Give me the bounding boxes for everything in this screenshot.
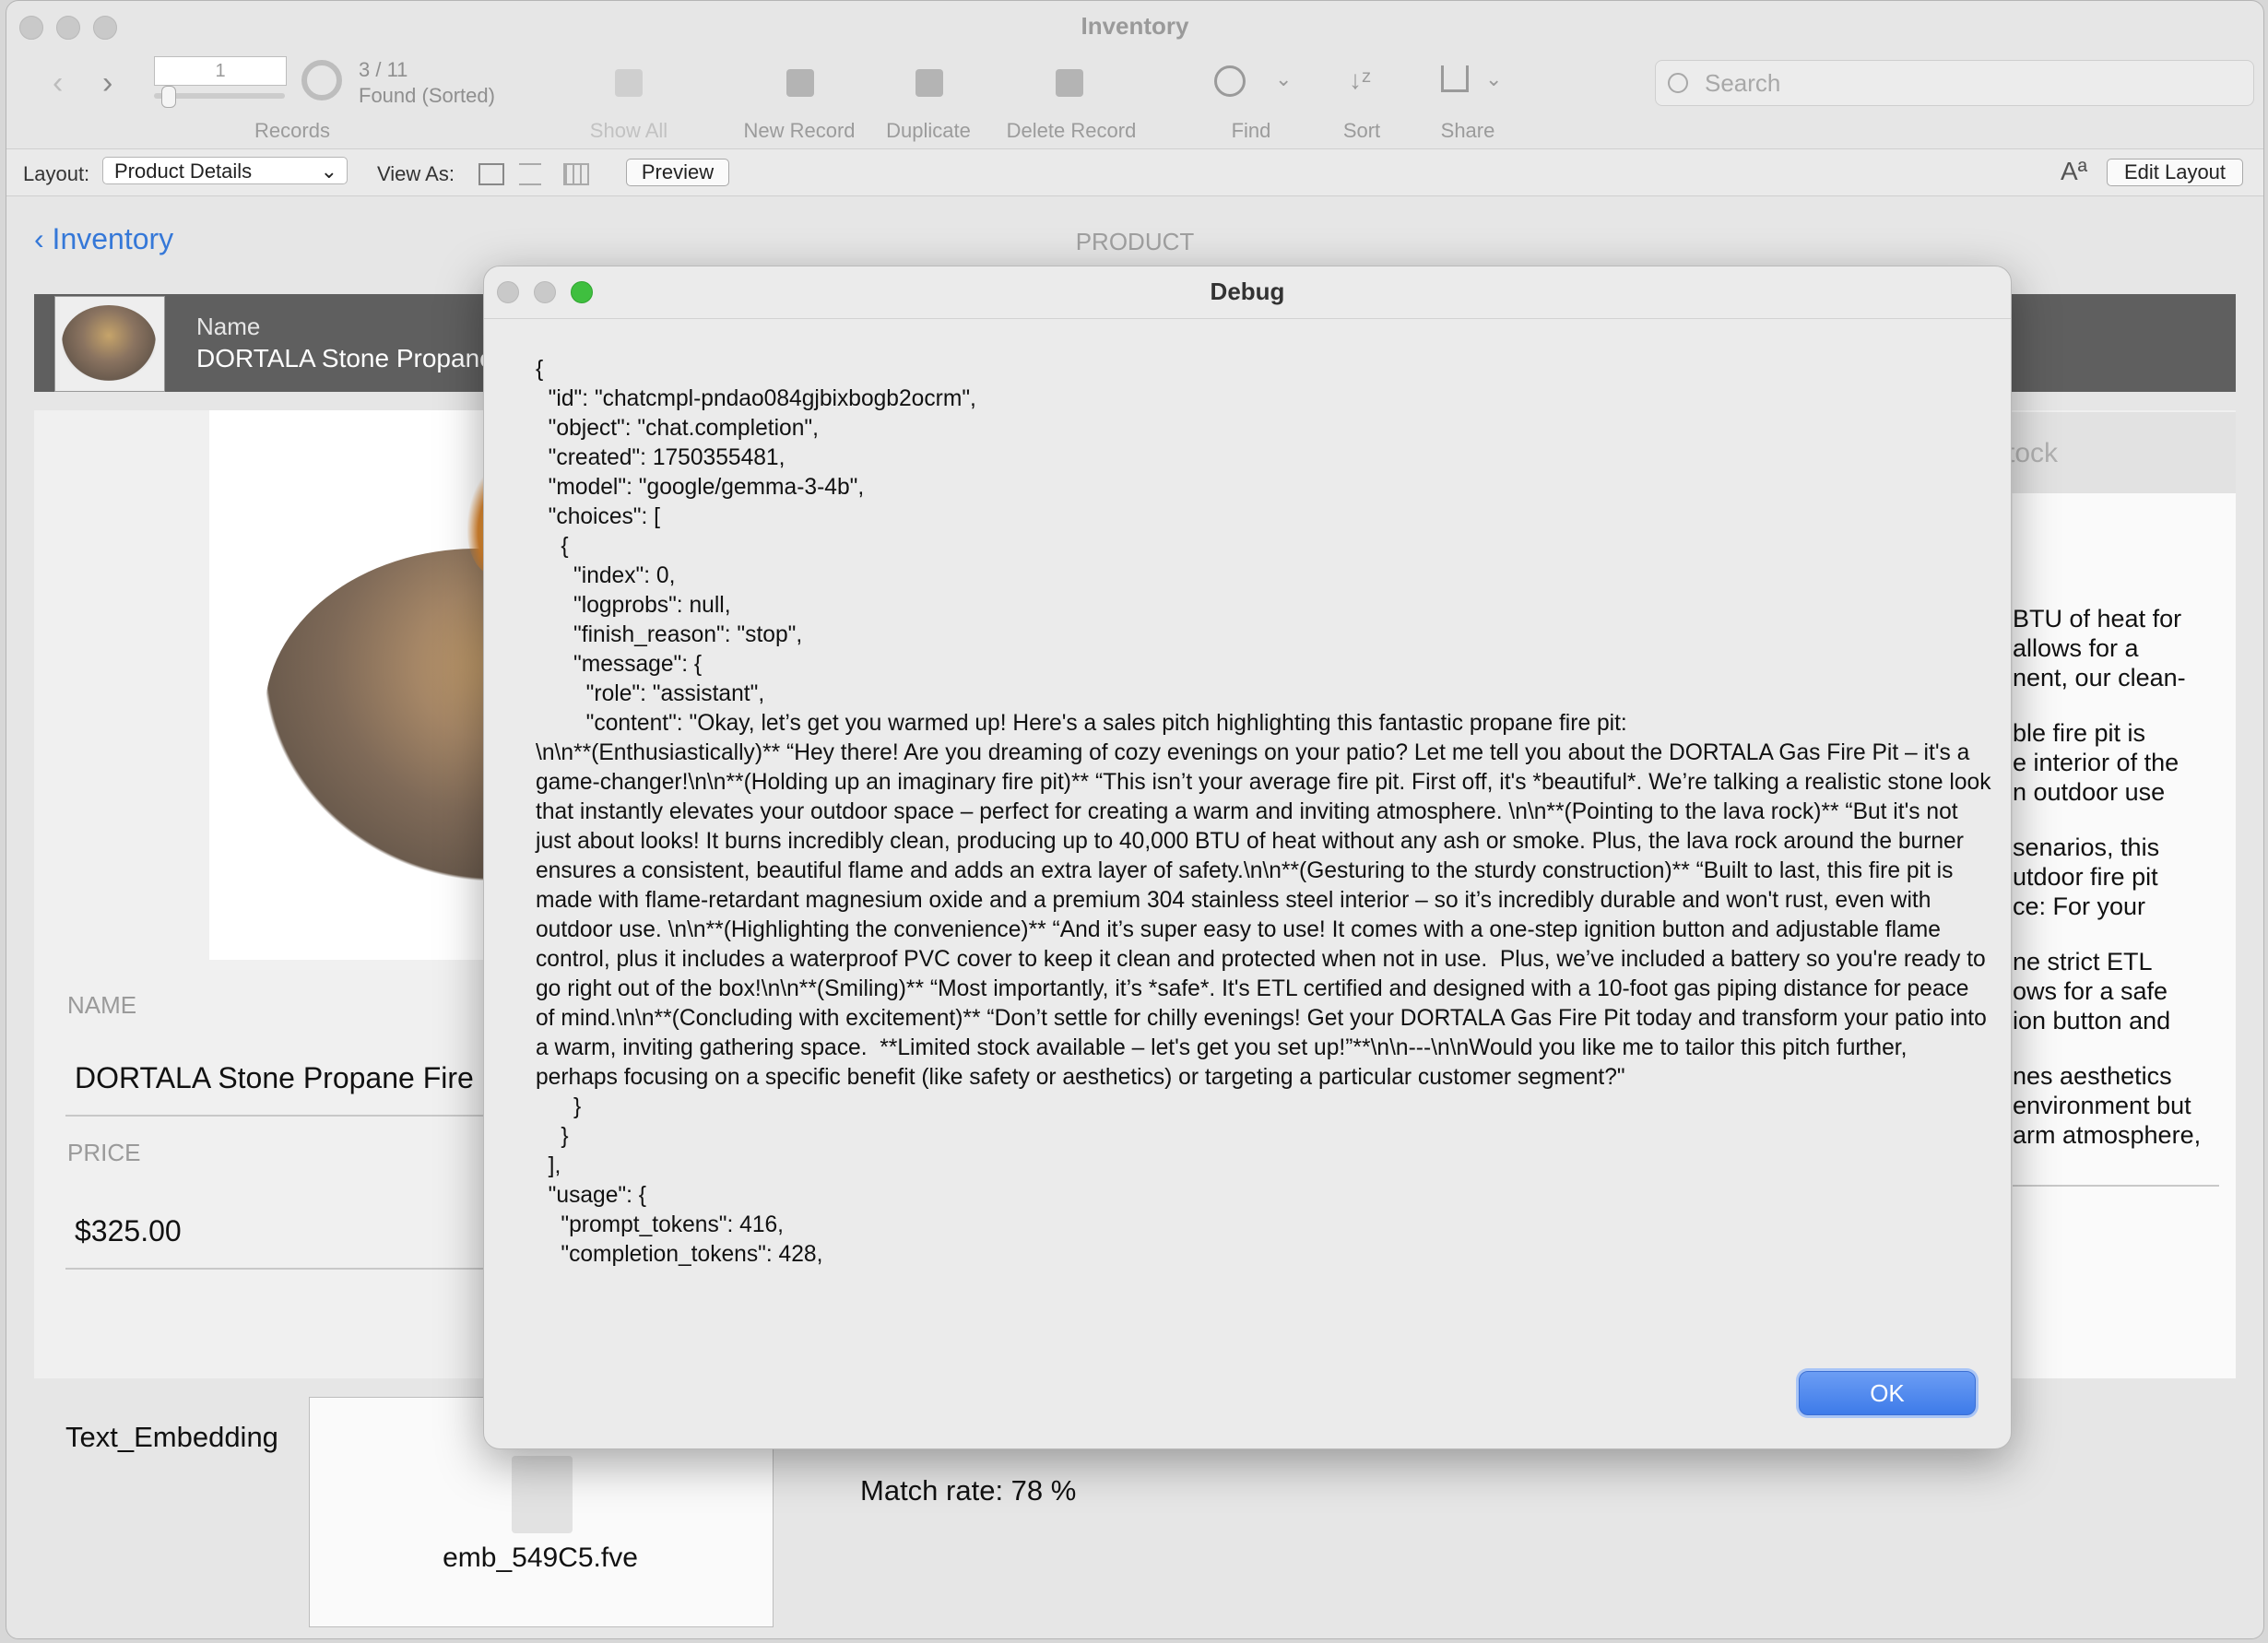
description-text: BTU of heat for allows for a nent, our c… (2013, 604, 2234, 1176)
name-field-label: NAME (67, 991, 137, 1019)
duplicate-button[interactable]: Duplicate (864, 119, 993, 143)
chevron-down-icon: ⌄ (320, 160, 337, 183)
form-view-icon[interactable] (478, 163, 504, 185)
description-line: senarios, this (2013, 833, 2160, 861)
embedding-file-name: emb_549C5.fve (443, 1543, 638, 1573)
sort-button[interactable]: Sort (1325, 119, 1399, 143)
preview-button[interactable]: Preview (626, 159, 729, 186)
description-line: environment but (2013, 1092, 2191, 1119)
match-rate: Match rate: 78 % (860, 1474, 1077, 1507)
debug-json-text: { "id": "chatcmpl-pndao084gjbixbogb2ocrm… (536, 357, 1991, 1267)
share-button[interactable]: Share (1426, 119, 1509, 143)
search-placeholder: Search (1705, 69, 1781, 97)
fire-pit-image (265, 549, 514, 881)
thumbnail-image (62, 305, 156, 381)
chevron-down-icon[interactable]: ⌄ (1485, 67, 1502, 91)
found-count: 3 / 11 (359, 58, 408, 81)
description-line: nes aesthetics (2013, 1062, 2172, 1090)
table-view-icon[interactable] (563, 163, 589, 185)
description-line: ne strict ETL (2013, 948, 2153, 975)
description-line: ion button and (2013, 1007, 2171, 1034)
font-size-icon[interactable]: Aª (2061, 157, 2087, 186)
description-line: ows for a safe (2013, 977, 2168, 1005)
description-line: arm atmosphere, (2013, 1121, 2202, 1149)
price-field-label: PRICE (67, 1139, 141, 1166)
name-field-value[interactable]: DORTALA Stone Propane Fire (75, 1061, 474, 1095)
view-as-label: View As: (377, 162, 455, 185)
found-status: Found (Sorted) (359, 84, 495, 107)
name-bar-value: DORTALA Stone Propane (196, 344, 494, 372)
text-embedding-label: Text_Embedding (65, 1421, 278, 1453)
file-icon[interactable] (512, 1456, 573, 1533)
back-icon[interactable]: ‹ (53, 65, 63, 101)
find-button[interactable]: Find (1205, 119, 1297, 143)
layout-bar: Layout: Product Details ⌄ View As: Previ… (6, 148, 2263, 196)
description-line: ble fire pit is (2013, 719, 2146, 747)
record-slider-knob[interactable] (161, 86, 176, 108)
record-number-field[interactable]: 1 (154, 56, 287, 86)
description-line: allows for a (2013, 634, 2139, 662)
description-line: e interior of the (2013, 749, 2179, 776)
description-line: n outdoor use (2013, 778, 2166, 806)
description-divider (2013, 1185, 2219, 1187)
edit-layout-button[interactable]: Edit Layout (2107, 159, 2243, 186)
forward-icon[interactable]: › (102, 65, 112, 101)
description-line: ce: For your (2013, 892, 2146, 920)
description-line: BTU of heat for (2013, 605, 2182, 632)
window-title: Inventory (1081, 12, 1189, 40)
share-icon[interactable] (1441, 65, 1469, 92)
duplicate-icon[interactable] (915, 69, 943, 97)
records-label: Records (254, 119, 330, 142)
ok-button[interactable]: OK (1799, 1371, 1976, 1415)
name-field-divider (65, 1115, 508, 1117)
search-icon (1668, 73, 1688, 93)
show-all-icon[interactable] (615, 69, 643, 97)
price-field-divider (65, 1268, 508, 1270)
chevron-down-icon[interactable]: ⌄ (1275, 67, 1292, 91)
dialog-title: Debug (1210, 278, 1285, 305)
search-icon[interactable] (1214, 65, 1246, 97)
product-image (209, 410, 514, 960)
list-view-icon[interactable] (519, 163, 541, 185)
new-record-button[interactable]: New Record (726, 119, 873, 143)
layout-select-value: Product Details (114, 160, 253, 183)
name-bar-label: Name (196, 313, 261, 340)
new-record-icon[interactable] (786, 69, 814, 97)
show-all-button[interactable]: Show All (569, 119, 689, 143)
layout-label: Layout: (23, 162, 90, 185)
delete-record-icon[interactable] (1056, 69, 1083, 97)
description-line: nent, our clean- (2013, 664, 2186, 691)
description-line: utdoor fire pit (2013, 863, 2158, 891)
price-field-value[interactable]: $325.00 (75, 1214, 182, 1248)
found-set-ring (301, 60, 342, 100)
delete-record-button[interactable]: Delete Record (993, 119, 1150, 143)
layout-heading: PRODUCT (1075, 228, 1195, 255)
layout-select[interactable]: Product Details ⌄ (102, 157, 348, 184)
tab-stock-label: tock (2007, 438, 2059, 468)
debug-dialog: Debug { "id": "chatcmpl-pndao084gjbixbog… (483, 266, 2012, 1449)
sort-icon[interactable]: ↓ᶻ (1349, 65, 1371, 95)
